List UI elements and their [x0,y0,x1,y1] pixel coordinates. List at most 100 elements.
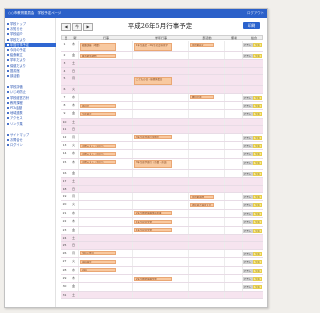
sidebar-item[interactable]: 今月の予定 [7,48,53,53]
table-row[interactable]: 26 月学校公開日 給食あり牛乳 [61,249,263,259]
print-button[interactable]: 印刷 [243,22,260,29]
sidebar-item[interactable]: 学校評価 [7,85,53,90]
event-chip[interactable]: 1年生宿泊学習 [134,228,172,233]
sidebar-item[interactable]: 年間行事予定 [5,42,56,48]
sidebar-item[interactable]: リンク集 [7,122,53,127]
event-chip[interactable]: 生徒総会 [80,111,117,116]
table-row[interactable]: 4日 [61,67,263,76]
table-row[interactable]: 2 金 教育相談週間 給食あり牛乳 [61,52,263,61]
table-row[interactable]: 27 火歯科検診 給食あり牛乳 [61,258,263,267]
table-row[interactable]: 17 土 [61,178,263,186]
column-divider [78,93,79,101]
table-row[interactable]: 24 土 [61,235,263,243]
event-chip[interactable]: 1年生遠足・2年生社会科見学 [134,42,172,51]
event-chip[interactable]: 教育相談週間 [80,53,117,58]
table-row[interactable]: 16 金 給食あり牛乳 [61,169,263,179]
event-chip[interactable]: 学校公開日 [80,251,117,256]
table-row[interactable]: 18 日 [61,185,263,193]
sidebar-item[interactable]: 図書館 [7,69,53,74]
event-chip[interactable]: 中間テスト（2日目） [80,151,117,156]
event-chip[interactable]: 委員会 [80,103,117,108]
sidebar-item[interactable]: 学校紹介 [7,32,53,37]
event-chip[interactable]: 中間テスト（1日目） [80,143,117,148]
sidebar-item[interactable]: いじめ防止 [7,90,53,95]
event-chip[interactable]: 部活動停止 [190,42,214,47]
event-chip[interactable]: 部活動再開 [190,194,214,199]
sidebar-item[interactable]: アクセス [7,116,53,121]
table-row[interactable]: 6火 [61,86,263,94]
table-row[interactable]: 8 木 委員会 給食あり牛乳 [61,102,263,111]
sidebar-item[interactable]: 給食献立 [7,53,53,58]
column-divider [242,86,243,93]
column-divider [224,86,225,93]
bullet-icon [7,33,9,36]
column-divider [132,158,133,169]
table-row[interactable]: 9金生徒総会 給食あり牛乳 [61,110,263,119]
sidebar-item[interactable]: お問合せ [7,138,53,143]
day-of-week: 日 [71,186,75,191]
table-row[interactable]: 23 金 1年生宿泊学習 給食あり牛乳 [61,226,263,235]
event-chip[interactable]: 中間テスト（3日目） [80,160,117,165]
event-chip[interactable]: こどもの日・振替休業日 [134,76,172,85]
column-divider [224,126,225,133]
table-row[interactable]: 25 日 [61,242,263,250]
day-number: 29 [62,276,67,280]
table-row[interactable]: 29 木 2年生職場体験学習 給食あり牛乳 [61,275,263,284]
table-row[interactable]: 1 木 避難訓練（地震） 1年生遠足・2年生社会科見学 部活動停止 給食あり牛乳 [61,41,263,52]
column-divider [224,283,225,291]
event-chip[interactable]: 2年生職場体験学習 [134,276,172,281]
table-row[interactable]: 10 土 [61,118,263,127]
event-chip[interactable]: 避難訓練（地震） [80,42,117,51]
event-chip[interactable]: 地区総合体育大会 [190,202,214,207]
sidebar-item[interactable]: 学年だより [7,58,53,63]
column-divider [188,209,189,218]
bullet-icon [7,64,9,67]
sidebar-item[interactable]: 学校だより [7,38,53,43]
table-row[interactable]: 3土 [61,60,263,68]
event-chip[interactable]: 2年生職場体験事前指導 [134,211,172,216]
table-row[interactable]: 12 月 3年生修学旅行説明会 給食あり牛乳 [61,133,263,142]
table-row[interactable]: 15 木中間テスト（3日目） 3年生修学旅行（京都・奈良） 給食あり牛乳 [61,158,263,170]
day-number: 12 [62,134,67,139]
table-row[interactable]: 5 月 こどもの日・振替休業日 [61,75,263,87]
sidebar-item[interactable]: ログイン [7,143,53,148]
event-chip[interactable]: 3年生修学旅行（京都・奈良） [134,160,172,169]
event-chip[interactable]: 3年生修学旅行説明会 [134,135,172,140]
event-chip[interactable]: 職員会議 [190,95,214,100]
sidebar-item[interactable]: PTA活動 [7,106,53,111]
table-row[interactable]: 20 火 地区総合体育大会 給食あり牛乳 [61,201,263,210]
sidebar-item[interactable]: 学校トップ [7,22,53,27]
next-month-button[interactable]: ▶ [83,23,93,31]
current-month-button[interactable]: 今 [72,23,82,31]
table-row[interactable]: 22 木 1年生宿泊学習 給食あり牛乳 [61,218,263,227]
sidebar-item[interactable]: 学校経営方針 [7,96,53,101]
column-divider [132,60,133,67]
event-chip[interactable]: 内科 [80,268,117,273]
sidebar-item[interactable]: 保健だより [7,64,53,69]
table-row[interactable]: 11 日 [61,126,263,134]
sidebar-item[interactable]: 教育課程 [7,101,53,106]
table-row[interactable]: 19 月 部活動再開 給食あり牛乳 [61,193,263,202]
day-number: 20 [62,202,67,207]
sidebar-item[interactable]: 部活動 [7,74,53,79]
prev-month-button[interactable]: ◀ [61,23,71,31]
logout-link[interactable]: ログアウト [247,10,264,16]
column-divider [188,169,189,178]
table-row[interactable]: 14 水中間テスト（2日目） 給食あり牛乳 [61,150,263,159]
sidebar-item[interactable]: 地域連携 [7,111,53,116]
column-divider [78,75,79,86]
table-row[interactable]: 31 土 [61,291,263,300]
table-row[interactable]: 21 水 2年生職場体験事前指導 給食あり牛乳 [61,209,263,219]
lunch-tag: 給食あり [243,104,253,108]
column-divider [224,52,225,60]
event-chip[interactable]: 歯科検診 [80,259,117,264]
sidebar-item[interactable]: お知らせ [7,27,53,32]
table-row[interactable]: 13 火 中間テスト（1日目） 給食あり牛乳 [61,142,263,151]
event-chip[interactable]: 1年生宿泊学習 [134,219,172,224]
table-row[interactable]: 30 金 給食あり牛乳 [61,283,263,292]
sidebar-item[interactable]: サイトマップ [7,133,53,138]
table-row[interactable]: 7水 職員会議 給食あり牛乳 [61,93,263,102]
column-divider [188,226,189,234]
table-row[interactable]: 28 水内科 給食あり牛乳 [61,266,263,275]
column-divider [78,283,79,291]
